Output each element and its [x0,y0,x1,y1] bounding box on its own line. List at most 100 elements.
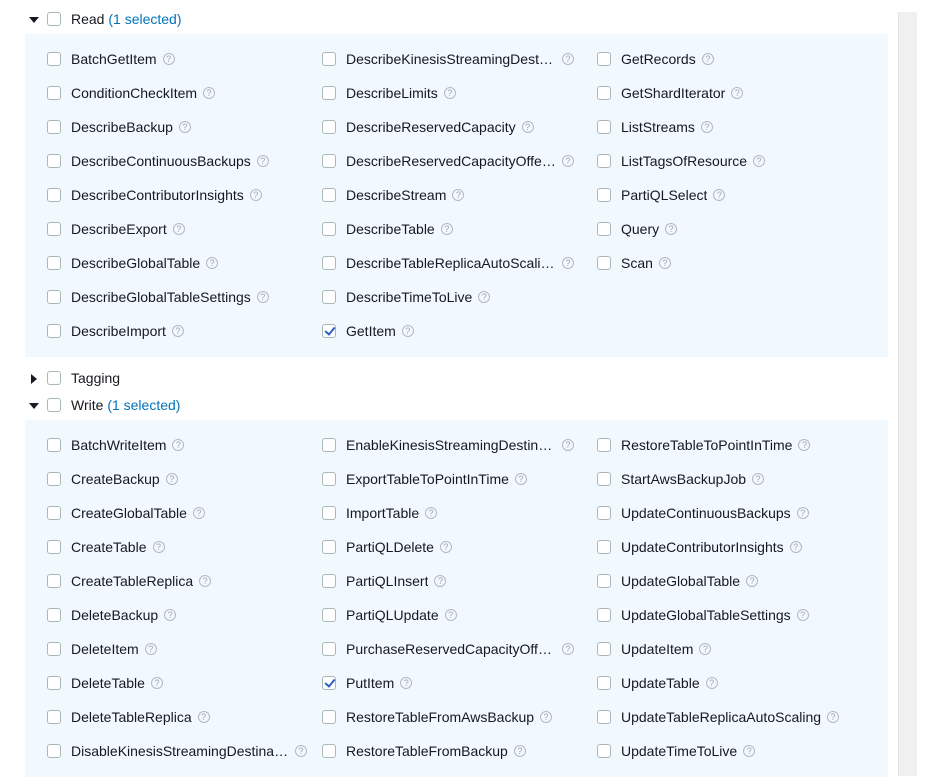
action-checkbox[interactable] [47,574,61,588]
action-checkbox[interactable] [47,506,61,520]
action-item[interactable]: DescribeReservedCapacity? [322,117,534,137]
action-item[interactable]: DescribeContinuousBackups? [47,151,269,171]
help-icon[interactable]: ? [172,223,185,235]
help-icon[interactable]: ? [562,155,574,167]
action-item[interactable]: ConditionCheckItem? [47,83,216,103]
action-label[interactable]: DescribeGlobalTableSettings [71,289,251,305]
action-label[interactable]: UpdateGlobalTableSettings [621,607,791,623]
action-checkbox[interactable] [47,710,61,724]
help-icon[interactable]: ? [256,291,269,303]
action-label[interactable]: PartiQLInsert [346,573,428,589]
action-item[interactable]: ListTagsOfResource? [597,151,766,171]
help-icon[interactable]: ? [699,643,712,655]
help-icon[interactable]: ? [705,677,718,689]
action-checkbox[interactable] [597,574,611,588]
action-label[interactable]: ConditionCheckItem [71,85,197,101]
action-checkbox[interactable] [597,188,611,202]
help-icon[interactable]: ? [444,609,457,621]
help-icon[interactable]: ? [562,257,574,269]
action-label[interactable]: EnableKinesisStreamingDestination [346,437,556,453]
action-item[interactable]: DescribeTable? [322,219,453,239]
action-item[interactable]: DescribeExport? [47,219,185,239]
action-label[interactable]: RestoreTableFromAwsBackup [346,709,534,725]
help-icon[interactable]: ? [796,507,809,519]
action-checkbox[interactable] [597,86,611,100]
action-item[interactable]: BatchWriteItem? [47,435,185,455]
action-checkbox[interactable] [322,744,336,758]
action-item[interactable]: UpdateContributorInsights? [597,537,802,557]
action-label[interactable]: BatchWriteItem [71,437,166,453]
help-icon[interactable]: ? [562,53,574,65]
action-label[interactable]: Scan [621,255,653,271]
action-label[interactable]: DescribeContinuousBackups [71,153,251,169]
action-label[interactable]: StartAwsBackupJob [621,471,746,487]
group-checkbox-read[interactable] [47,12,61,26]
group-title-write[interactable]: Write (1 selected) [71,397,180,413]
help-icon[interactable]: ? [165,473,178,485]
action-label[interactable]: DeleteBackup [71,607,158,623]
action-checkbox[interactable] [322,290,336,304]
action-label[interactable]: CreateTable [71,539,147,555]
action-checkbox[interactable] [322,52,336,66]
action-label[interactable]: DescribeContributorInsights [71,187,244,203]
help-icon[interactable]: ? [743,745,756,757]
action-item[interactable]: GetRecords? [597,49,714,69]
action-checkbox[interactable] [47,188,61,202]
action-item[interactable]: ImportTable? [322,503,438,523]
action-checkbox[interactable] [47,540,61,554]
group-title-read[interactable]: Read (1 selected) [71,11,182,27]
action-checkbox[interactable] [597,154,611,168]
help-icon[interactable]: ? [452,189,465,201]
action-label[interactable]: UpdateTable [621,675,700,691]
caret-down-icon[interactable] [28,14,40,26]
action-checkbox[interactable] [322,472,336,486]
action-item[interactable]: CreateGlobalTable? [47,503,205,523]
action-label[interactable]: DeleteTableReplica [71,709,192,725]
action-label[interactable]: DescribeGlobalTable [71,255,200,271]
action-label[interactable]: PartiQLSelect [621,187,707,203]
action-checkbox[interactable] [47,642,61,656]
help-icon[interactable]: ? [164,609,177,621]
action-checkbox[interactable] [47,256,61,270]
action-label[interactable]: ListStreams [621,119,695,135]
action-item[interactable]: PutItem? [322,673,413,693]
action-checkbox[interactable] [597,438,611,452]
action-checkbox[interactable] [47,744,61,758]
help-icon[interactable]: ? [400,677,413,689]
action-checkbox[interactable] [47,438,61,452]
action-item[interactable]: DisableKinesisStreamingDestination? [47,741,307,761]
action-checkbox[interactable] [597,506,611,520]
action-checkbox[interactable] [47,608,61,622]
action-label[interactable]: ListTagsOfResource [621,153,747,169]
action-label[interactable]: RestoreTableFromBackup [346,743,508,759]
action-item[interactable]: DescribeStream? [322,185,465,205]
group-checkbox-write[interactable] [47,398,61,412]
action-checkbox[interactable] [322,154,336,168]
action-item[interactable]: DescribeTableReplicaAutoScaling? [322,253,574,273]
action-checkbox[interactable] [322,256,336,270]
help-icon[interactable]: ? [172,439,185,451]
action-checkbox[interactable] [47,324,61,338]
action-item[interactable]: DescribeTimeToLive? [322,287,491,307]
action-checkbox[interactable] [322,710,336,724]
action-label[interactable]: DescribeTimeToLive [346,289,472,305]
action-item[interactable]: PartiQLDelete? [322,537,452,557]
action-checkbox-checked[interactable] [322,324,336,338]
action-checkbox[interactable] [322,86,336,100]
action-item[interactable]: DeleteItem? [47,639,157,659]
action-label[interactable]: UpdateContributorInsights [621,539,784,555]
action-checkbox[interactable] [597,256,611,270]
action-checkbox[interactable] [597,642,611,656]
help-icon[interactable]: ? [514,473,527,485]
help-icon[interactable]: ? [162,53,175,65]
action-item[interactable]: PartiQLInsert? [322,571,447,591]
help-icon[interactable]: ? [401,325,414,337]
help-icon[interactable]: ? [665,223,678,235]
action-label[interactable]: RestoreTableToPointInTime [621,437,792,453]
action-item[interactable]: EnableKinesisStreamingDestination? [322,435,574,455]
help-icon[interactable]: ? [700,121,713,133]
help-icon[interactable]: ? [144,643,157,655]
action-checkbox[interactable] [47,222,61,236]
help-icon[interactable]: ? [789,541,802,553]
help-icon[interactable]: ? [434,575,447,587]
